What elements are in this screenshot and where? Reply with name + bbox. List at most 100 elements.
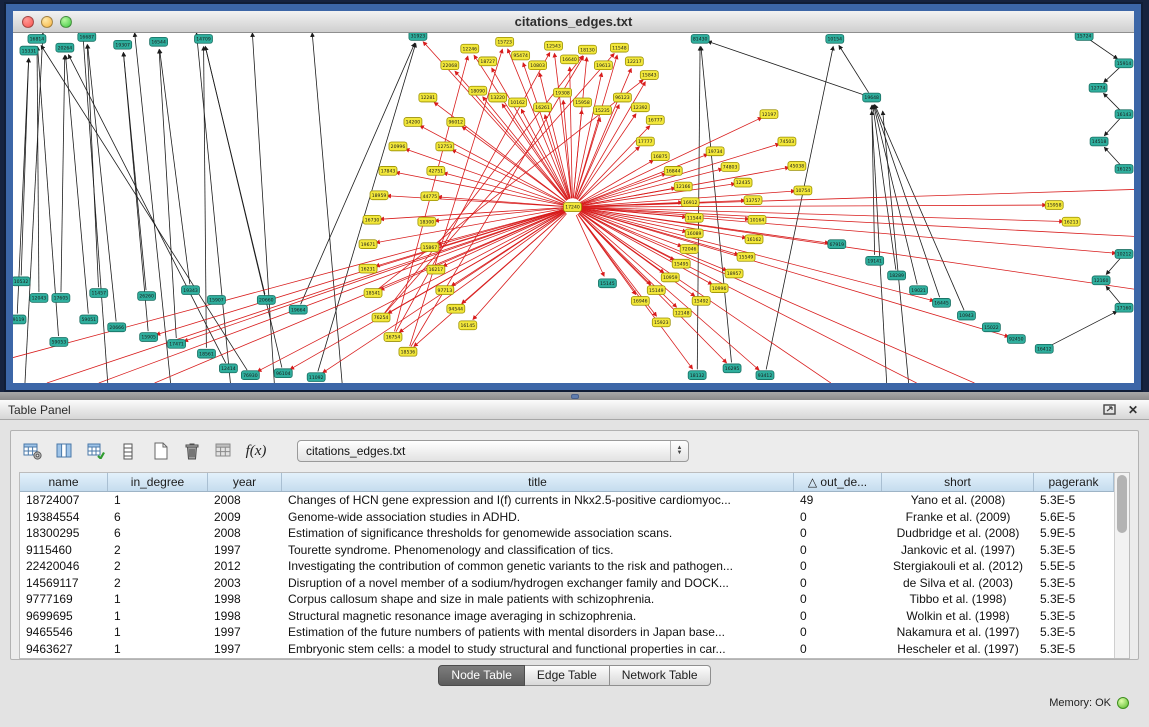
graph-node[interactable]: 18090 [469,86,487,95]
graph-node[interactable]: 10532 [13,277,30,286]
graph-node[interactable]: 15724 [1075,33,1093,40]
table-cell[interactable]: 9699695 [20,609,108,623]
graph-node[interactable]: 44775 [421,192,439,201]
table-mode-icon[interactable] [19,439,45,463]
graph-node[interactable]: 18130 [578,45,596,54]
graph-node[interactable]: 97713 [436,286,454,295]
graph-node[interactable]: 18561 [198,349,216,358]
network-table-dropdown[interactable]: citations_edges.txt ▲▼ [297,440,689,462]
zoom-window-button[interactable] [60,16,72,28]
table-cell[interactable]: 1998 [208,592,282,606]
graph-node[interactable]: 20996 [389,142,407,151]
graph-node[interactable]: 10754 [794,186,812,195]
graph-node[interactable]: 12753 [436,142,454,151]
graph-node[interactable]: 19119 [13,315,26,324]
graph-node[interactable]: 16089 [685,229,703,238]
table-row[interactable]: 2242004622012Investigating the contribut… [20,558,1114,575]
table-cell[interactable]: 1 [108,493,208,507]
graph-node[interactable]: 12414 [219,364,237,373]
graph-node[interactable]: 10212 [1115,250,1133,259]
graph-node[interactable]: 12148 [673,308,691,317]
table-cell[interactable]: 1997 [208,543,282,557]
column-header-name[interactable]: name [20,473,108,491]
table-cell[interactable]: 1997 [208,625,282,639]
table-cell[interactable]: 2008 [208,493,282,507]
graph-node[interactable]: 15235 [593,106,611,115]
graph-node[interactable]: 19343 [182,286,200,295]
graph-node[interactable]: 16912 [681,198,699,207]
tab-node-table[interactable]: Node Table [438,665,525,686]
table-cell[interactable]: 6 [108,510,208,524]
graph-node[interactable]: 16544 [150,37,168,46]
graph-node[interactable]: 18300 [418,217,436,226]
graph-node[interactable]: 19141 [866,256,884,265]
table-cell[interactable]: Genome-wide association studies in ADHD. [282,510,794,524]
column-header-short[interactable]: short [882,473,1034,491]
graph-node[interactable]: 15149 [647,286,665,295]
graph-node[interactable]: 14709 [195,34,213,43]
graph-node[interactable]: 15331 [20,46,38,55]
graph-node[interactable]: 16730 [363,215,381,224]
graph-node[interactable]: 15914 [1115,59,1133,68]
table-cell[interactable]: de Silva et al. (2003) [882,576,1034,590]
table-row[interactable]: 1938455462009Genome-wide association stu… [20,509,1114,526]
graph-node[interactable]: 76930 [241,371,259,380]
table-cell[interactable]: 1 [108,609,208,623]
tab-network-table[interactable]: Network Table [610,665,711,686]
table-cell[interactable]: Jankovic et al. (1997) [882,543,1034,557]
graph-node[interactable]: 11548 [610,43,628,52]
graph-node[interactable]: 15958 [574,98,592,107]
graph-node[interactable]: 16946 [631,296,649,305]
table-cell[interactable]: 0 [794,576,882,590]
graph-node[interactable]: 81430 [691,34,709,43]
table-cell[interactable]: Investigating the contribution of common… [282,559,794,573]
table-cell[interactable]: 5.3E-5 [1034,642,1114,656]
table-cell[interactable]: Structural magnetic resonance image aver… [282,609,794,623]
table-cell[interactable]: 0 [794,625,882,639]
graph-node[interactable]: 45038 [788,162,806,171]
table-cell[interactable]: 5.5E-5 [1034,559,1114,573]
function-builder-icon[interactable]: f(x) [243,439,269,463]
graph-node[interactable]: 16295 [723,364,741,373]
table-cell[interactable]: 19384554 [20,510,108,524]
graph-node[interactable]: 15905 [140,333,158,342]
table-cell[interactable]: 5.3E-5 [1034,609,1114,623]
table-cell[interactable]: 0 [794,559,882,573]
graph-node[interactable]: 16261 [534,103,552,112]
graph-node[interactable]: 20264 [56,43,74,52]
graph-node[interactable]: 12392 [631,103,649,112]
table-scrollbar[interactable] [1114,473,1129,658]
graph-node[interactable]: 15549 [737,252,755,261]
splitter-grip-icon[interactable] [571,394,579,399]
graph-node[interactable]: 59053 [50,338,68,347]
graph-node[interactable]: 96012 [447,118,465,127]
table-row[interactable]: 1456911722003Disruption of a novel membe… [20,575,1114,592]
float-panel-icon[interactable] [1101,403,1117,417]
graph-node[interactable]: 10996 [710,284,728,293]
table-cell[interactable]: 0 [794,609,882,623]
graph-node[interactable]: 12197 [760,110,778,119]
table-cell[interactable]: 0 [794,642,882,656]
graph-node[interactable]: 15022 [982,323,1000,332]
close-window-button[interactable] [22,16,34,28]
graph-node[interactable]: 15867 [421,243,439,252]
graph-node[interactable]: 16875 [651,152,669,161]
graph-node[interactable]: 15907 [207,296,225,305]
graph-node[interactable]: 13757 [744,196,762,205]
table-cell[interactable]: 5.3E-5 [1034,543,1114,557]
graph-node[interactable]: 15723 [496,37,514,46]
table-cell[interactable]: Franke et al. (2009) [882,510,1034,524]
graph-node[interactable]: 17605 [52,294,70,303]
split-pane-divider[interactable] [0,392,1149,400]
table-cell[interactable]: Changes of HCN gene expression and I(f) … [282,493,794,507]
graph-node[interactable]: 17240 [564,203,582,212]
table-cell[interactable]: 2003 [208,576,282,590]
graph-node[interactable]: 10164 [748,215,766,224]
table-cell[interactable]: Disruption of a novel member of a sodium… [282,576,794,590]
graph-node[interactable]: 16213 [1062,217,1080,226]
new-file-icon[interactable] [147,439,173,463]
table-cell[interactable]: 2009 [208,510,282,524]
column-header-in-degree[interactable]: in_degree [108,473,208,491]
table-cell[interactable]: 5.3E-5 [1034,493,1114,507]
table-cell[interactable]: 6 [108,526,208,540]
